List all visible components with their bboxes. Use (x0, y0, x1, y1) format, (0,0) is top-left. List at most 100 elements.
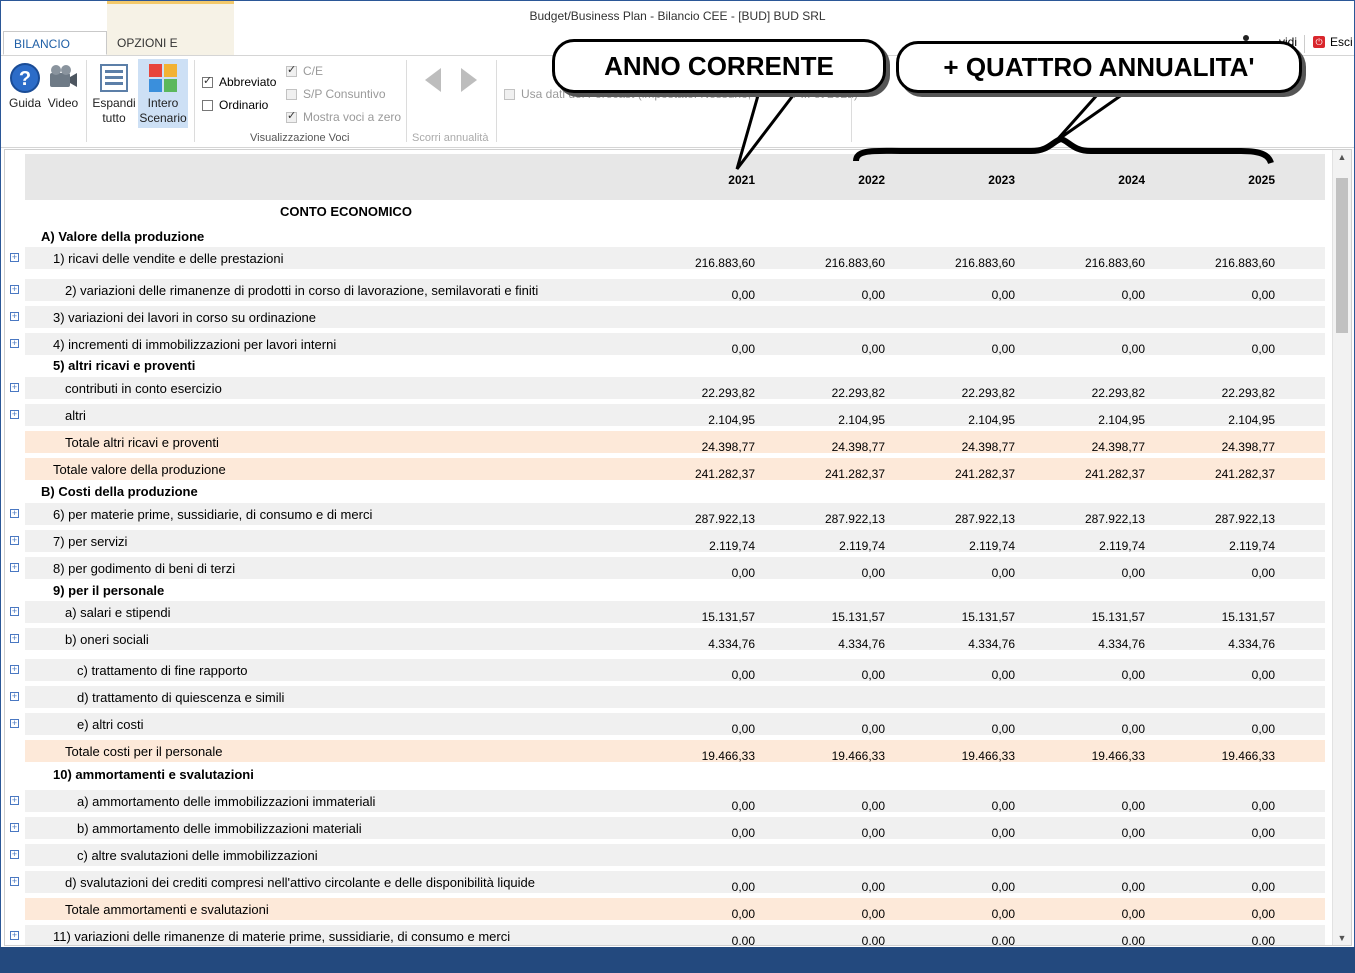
expand-icon[interactable]: + (10, 719, 19, 728)
cell-2025: 0,00 (1251, 342, 1275, 356)
total-row[interactable]: Totale altri ricavi e proventi 24.398,77 2… (25, 431, 1325, 454)
cell-2023: 216.883,60 (954, 256, 1015, 270)
table-row[interactable]: 6) per materie prime, sussidiarie, di co… (25, 503, 1325, 526)
cell-2023: 287.922,13 (954, 512, 1015, 526)
table-row[interactable]: contributi in conto esercizio 22.293,82 22… (25, 377, 1325, 400)
cell-2024: 0,00 (1121, 566, 1145, 580)
cell-2021: 0,00 (731, 668, 755, 682)
section-header-row[interactable]: 9) per il personale (25, 580, 1325, 601)
cell-2023: 0,00 (991, 566, 1015, 580)
section-header-row[interactable]: A) Valore della produzione (25, 227, 1325, 247)
cell-2021: 287.922,13 (694, 512, 755, 526)
cell-2024: 0,00 (1121, 799, 1145, 813)
cell-2022: 4.334,76 (838, 637, 885, 651)
section-header-row[interactable]: 5) altri ricavi e proventi (25, 355, 1325, 376)
expand-icon[interactable]: + (10, 312, 19, 321)
cell-2022: 0,00 (861, 722, 885, 736)
cell-2022: 22.293,82 (831, 386, 885, 400)
table-row[interactable]: 11) variazioni delle rimanenze di materi… (25, 925, 1325, 946)
vertical-scrollbar[interactable]: ▲ ▼ (1332, 150, 1351, 945)
cell-2023: 22.293,82 (961, 386, 1015, 400)
row-label: 8) per godimento di beni di terzi (53, 561, 236, 576)
table-row[interactable]: 4) incrementi di immobilizzazioni per la… (25, 333, 1325, 356)
table-row[interactable]: a) salari e stipendi 15.131,57 15.131,57 15… (25, 601, 1325, 624)
expand-icon[interactable]: + (10, 410, 19, 419)
cell-2022: 0,00 (861, 342, 885, 356)
expand-icon[interactable]: + (10, 536, 19, 545)
table-row[interactable]: 8) per godimento di beni di terzi 0,00 0,0… (25, 557, 1325, 580)
cell-2022: 0,00 (861, 566, 885, 580)
table-row[interactable]: 3) variazioni dei lavori in corso su ord… (25, 306, 1325, 328)
expand-icon[interactable]: + (10, 796, 19, 805)
section-header-row[interactable]: B) Costi della produzione (25, 480, 1325, 502)
section-header-row[interactable]: 10) ammortamenti e svalutazioni (25, 763, 1325, 785)
table-row[interactable]: b) ammortamento delle immobilizzazioni m… (25, 817, 1325, 840)
expand-icon[interactable]: + (10, 339, 19, 348)
app-window: Budget/Business Plan - Bilancio CEE - [B… (0, 0, 1355, 973)
expand-icon[interactable]: + (10, 850, 19, 859)
expand-icon[interactable]: + (10, 563, 19, 572)
table-row[interactable]: b) oneri sociali 4.334,76 4.334,76 4.334,76… (25, 628, 1325, 651)
cell-2025: 2.104,95 (1228, 413, 1275, 427)
table-row[interactable]: d) svalutazioni dei crediti compresi nel… (25, 871, 1325, 894)
cell-2025: 0,00 (1251, 668, 1275, 682)
cell-2023: 0,00 (991, 934, 1015, 946)
expand-icon[interactable]: + (10, 692, 19, 701)
scroll-down-icon[interactable]: ▼ (1336, 933, 1348, 943)
expand-icon[interactable]: + (10, 634, 19, 643)
row-label: 10) ammortamenti e svalutazioni (53, 767, 254, 782)
cell-2024: 0,00 (1121, 722, 1145, 736)
cell-2025: 24.398,77 (1221, 440, 1275, 454)
expand-icon[interactable]: + (10, 509, 19, 518)
cell-2022: 216.883,60 (824, 256, 885, 270)
expand-icon[interactable]: + (10, 285, 19, 294)
row-label: 7) per servizi (53, 534, 128, 549)
cell-2024: 4.334,76 (1098, 637, 1145, 651)
cell-2021: 0,00 (731, 722, 755, 736)
cell-2021: 4.334,76 (708, 637, 755, 651)
cell-2022: 0,00 (861, 907, 885, 921)
table-row[interactable]: 2) variazioni delle rimanenze di prodott… (25, 279, 1325, 302)
cell-2021: 0,00 (731, 342, 755, 356)
cell-2025: 216.883,60 (1214, 256, 1275, 270)
cell-2021: 2.104,95 (708, 413, 755, 427)
scrollbar-thumb[interactable] (1336, 178, 1348, 333)
cell-2022: 0,00 (861, 288, 885, 302)
cell-2025: 0,00 (1251, 566, 1275, 580)
cell-2025: 2.119,74 (1229, 539, 1275, 553)
expand-icon[interactable]: + (10, 383, 19, 392)
table-row[interactable]: a) ammortamento delle immobilizzazioni i… (25, 790, 1325, 813)
expand-icon[interactable]: + (10, 877, 19, 886)
anno-corrente-callout: ANNO CORRENTE (552, 39, 886, 93)
cell-2024: 0,00 (1121, 934, 1145, 946)
table-row[interactable]: d) trattamento di quiescenza e simili (25, 686, 1325, 708)
status-bar (0, 947, 1355, 973)
cell-2025: 0,00 (1251, 288, 1275, 302)
cell-2021: 0,00 (731, 566, 755, 580)
expand-icon[interactable]: + (10, 607, 19, 616)
expand-icon[interactable]: + (10, 931, 19, 940)
callout-pointers (735, 83, 1274, 170)
table-row[interactable]: c) altre svalutazioni delle immobilizzaz… (25, 844, 1325, 866)
cell-2024: 15.131,57 (1091, 610, 1145, 624)
table-row[interactable]: e) altri costi 0,00 0,00 0,00 0,00 0,00 (25, 713, 1325, 736)
cell-2024: 2.104,95 (1098, 413, 1145, 427)
expand-icon[interactable]: + (10, 823, 19, 832)
total-row[interactable]: Totale ammortamenti e svalutazioni 0,00 0,… (25, 898, 1325, 921)
total-row[interactable]: Totale costi per il personale 19.466,33 19… (25, 740, 1325, 763)
expand-icon[interactable]: + (10, 253, 19, 262)
cell-2023: 0,00 (991, 342, 1015, 356)
cell-2021: 216.883,60 (694, 256, 755, 270)
cell-2023: 0,00 (991, 907, 1015, 921)
cell-2023: 0,00 (991, 799, 1015, 813)
table-row[interactable]: 1) ricavi delle vendite e delle prestazi… (25, 247, 1325, 270)
section-header-row[interactable]: CONTO ECONOMICO (25, 200, 1325, 222)
expand-icon[interactable]: + (10, 665, 19, 674)
cell-2023: 2.104,95 (968, 413, 1015, 427)
table-row[interactable]: altri 2.104,95 2.104,95 2.104,95 2.104,95 2.1… (25, 404, 1325, 427)
cell-2021: 19.466,33 (701, 749, 755, 763)
table-row[interactable]: c) trattamento di fine rapporto 0,00 0,00 0… (25, 659, 1325, 682)
cell-2025: 0,00 (1251, 907, 1275, 921)
total-row[interactable]: Totale valore della produzione 241.282,37… (25, 458, 1325, 481)
table-row[interactable]: 7) per servizi 2.119,74 2.119,74 2.119,74 2.… (25, 530, 1325, 553)
